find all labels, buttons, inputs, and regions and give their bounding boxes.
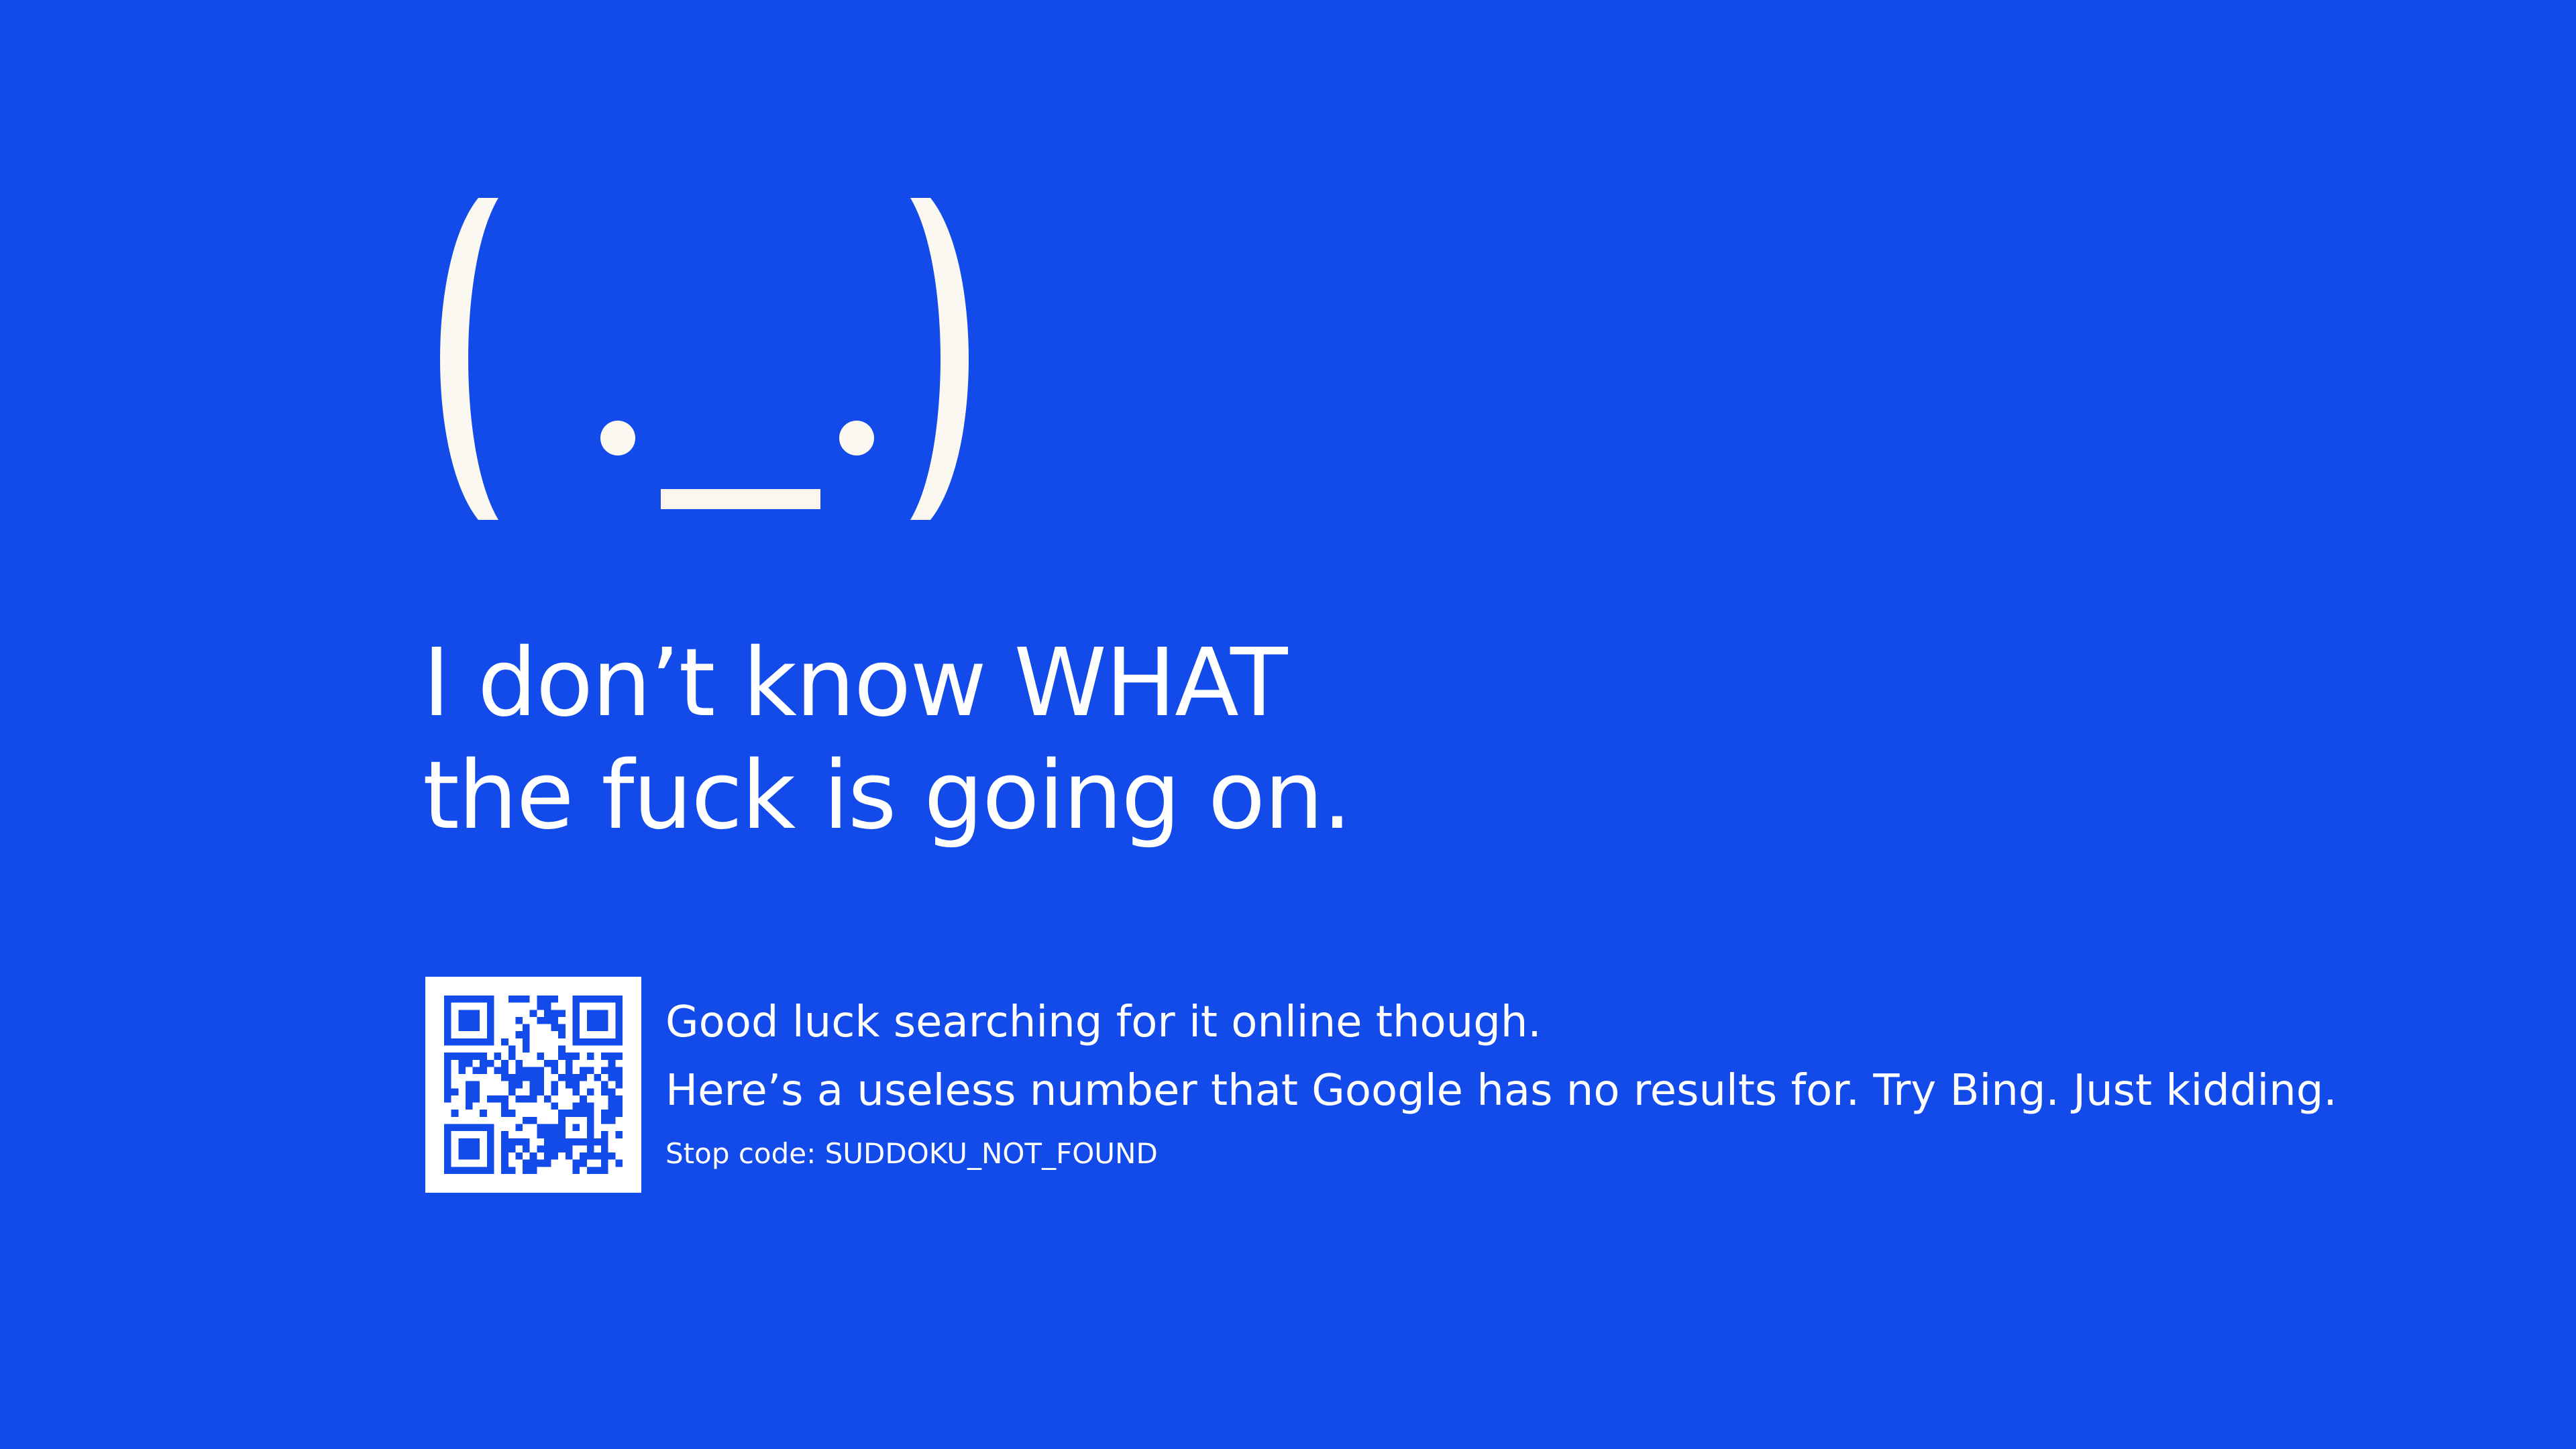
info-line-2: Here’s a useless number that Google has … [665, 1066, 2337, 1116]
sad-face-emoticon [419, 198, 996, 520]
bsod-screen: I don’t know WHAT the fuck is going on. … [0, 0, 2576, 1449]
stop-code: Stop code: SUDDOKU_NOT_FOUND [665, 1134, 2410, 1174]
error-info: Good luck searching for it online though… [665, 991, 2410, 1174]
left-eye-dot [600, 421, 635, 455]
right-eye-dot [839, 421, 874, 455]
qr-code-icon [425, 977, 641, 1193]
info-line-1: Good luck searching for it online though… [665, 998, 1542, 1047]
mouth-underscore [661, 489, 820, 509]
stop-code-value: SUDDOKU_NOT_FOUND [824, 1137, 1158, 1170]
right-parenthesis-glyph [909, 198, 989, 520]
left-parenthesis-glyph [419, 198, 500, 520]
error-headline: I don’t know WHAT the fuck is going on. [423, 627, 1496, 853]
headline-line-1: I don’t know WHAT [423, 629, 1288, 738]
headline-line-2: the fuck is going on. [423, 741, 1352, 851]
stop-code-label: Stop code: [665, 1137, 816, 1170]
